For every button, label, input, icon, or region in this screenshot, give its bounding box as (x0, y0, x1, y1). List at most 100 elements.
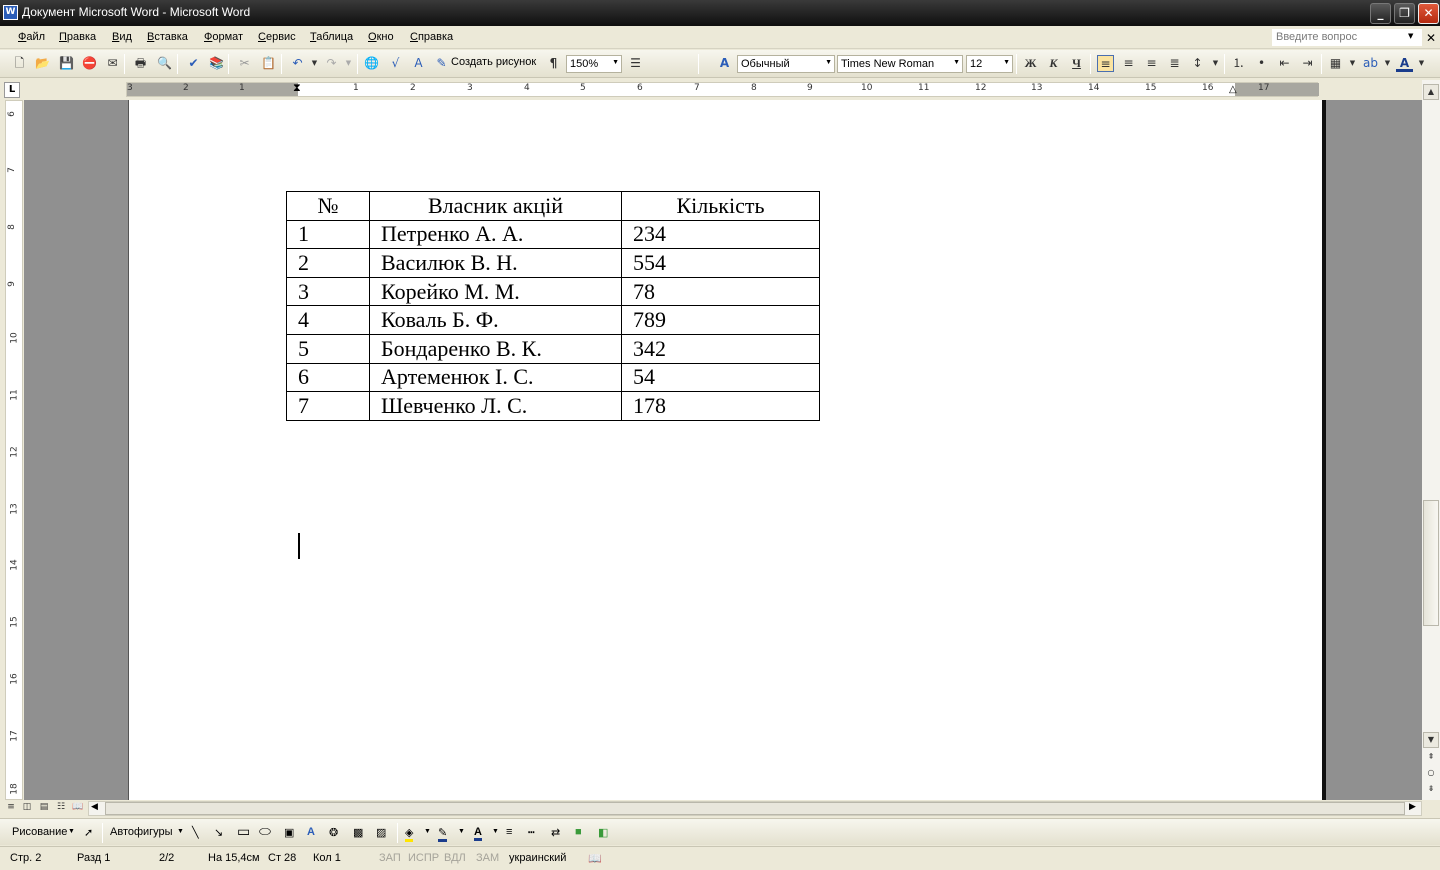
table-cell[interactable]: Артеменюк І. С. (369, 362, 622, 393)
picture-icon[interactable]: ▨ (376, 826, 386, 839)
font-color-dropdown-icon[interactable]: ▼ (1413, 55, 1430, 72)
table-cell[interactable]: Коваль Б. Ф. (369, 305, 622, 335)
line-spacing-icon[interactable]: ↕ (1189, 55, 1206, 72)
spelling-status-icon[interactable]: 📖 (588, 852, 602, 865)
diagram-icon[interactable]: ❂ (329, 826, 338, 839)
horizontal-scroll-thumb[interactable] (105, 802, 1405, 815)
table-cell[interactable]: 5 (286, 333, 370, 364)
borders-dropdown-icon[interactable]: ▼ (1344, 55, 1361, 72)
menu-window[interactable]: Окно (368, 31, 394, 43)
vertical-ruler[interactable]: 6 7 8 9 10 11 12 13 14 15 16 17 18 (5, 100, 23, 800)
restore-button[interactable]: ❐ (1394, 3, 1415, 24)
table-cell[interactable]: 54 (621, 362, 820, 393)
table-cell[interactable]: 78 (621, 276, 820, 307)
status-extend[interactable]: ВДЛ (444, 852, 466, 864)
create-drawing-button[interactable]: Создать рисунок (451, 56, 536, 68)
save-icon[interactable]: 💾 (58, 55, 75, 72)
table-cell[interactable]: 342 (621, 333, 820, 364)
web-view-icon[interactable]: ◫ (20, 802, 34, 815)
numbering-icon[interactable]: ⒈ (1230, 55, 1247, 72)
font-color-icon[interactable]: A (474, 826, 482, 841)
underline-button[interactable]: Ч (1068, 55, 1085, 72)
right-indent-marker-icon[interactable]: △ (1229, 84, 1237, 95)
decrease-indent-icon[interactable]: ⇤ (1276, 55, 1293, 72)
align-left-icon[interactable]: ≡ (1097, 55, 1114, 72)
redo-icon[interactable]: ↷ (323, 55, 340, 72)
permission-icon[interactable]: ⛔ (81, 55, 98, 72)
normal-view-icon[interactable]: ≡ (4, 802, 18, 815)
wordart-icon[interactable]: A (410, 55, 427, 72)
menu-view[interactable]: Вид (112, 31, 132, 43)
select-objects-icon[interactable]: ➚ (84, 826, 93, 839)
undo-dropdown-icon[interactable]: ▼ (306, 55, 323, 72)
word-app-icon[interactable]: W (3, 5, 18, 20)
table-cell[interactable]: Бондаренко В. К. (369, 333, 622, 364)
font-dropdown[interactable]: Times New Roman ▼ (837, 55, 963, 73)
bullets-icon[interactable]: • (1253, 55, 1270, 72)
style-dropdown[interactable]: Обычный ▼ (737, 55, 835, 73)
reading-view-icon[interactable]: 📖 (71, 802, 85, 815)
cut-icon[interactable]: ✂ (236, 55, 253, 72)
align-right-icon[interactable]: ≡ (1143, 55, 1160, 72)
font-color-icon[interactable]: A (1396, 55, 1413, 72)
italic-button[interactable]: К (1045, 55, 1062, 72)
research-icon[interactable]: 📚 (208, 55, 225, 72)
status-overtype[interactable]: ЗАМ (476, 852, 499, 864)
menu-tools[interactable]: Сервис (258, 31, 296, 43)
fill-color-dropdown-icon[interactable]: ▼ (424, 828, 431, 835)
rectangle-icon[interactable]: ▭ (237, 823, 250, 840)
table-cell[interactable]: 6 (286, 362, 370, 393)
table-cell[interactable]: Петренко А. А. (369, 219, 622, 250)
shadow-style-icon[interactable]: ■ (575, 826, 582, 838)
menu-format[interactable]: Формат (204, 31, 243, 43)
vertical-scroll-thumb[interactable] (1423, 500, 1439, 626)
menu-file[interactable]: Файл (18, 31, 45, 43)
show-formatting-icon[interactable]: ¶ (545, 55, 562, 72)
table-cell[interactable]: 3 (286, 276, 370, 307)
table-cell[interactable]: Василюк В. Н. (369, 248, 622, 278)
table-cell[interactable]: 178 (621, 391, 820, 421)
justify-icon[interactable]: ≣ (1166, 55, 1183, 72)
fill-color-icon[interactable]: ◈ (405, 826, 414, 842)
scroll-left-icon[interactable]: ◀ (91, 802, 98, 812)
status-language[interactable]: украинский (509, 852, 566, 864)
table-cell[interactable]: 789 (621, 305, 820, 335)
tab-selector[interactable]: L (4, 82, 20, 98)
zoom-dropdown[interactable]: 150% ▼ (566, 55, 622, 73)
3d-style-icon[interactable]: ◧ (598, 826, 608, 839)
read-mode-icon[interactable]: ☰ (627, 55, 644, 72)
arrow-icon[interactable]: ↘ (214, 826, 223, 839)
table-header-cell[interactable]: Кількість (621, 191, 820, 221)
equation-icon[interactable]: √ (387, 55, 404, 72)
minimize-button[interactable]: _ (1370, 3, 1391, 24)
font-color-dropdown-icon[interactable]: ▼ (492, 828, 499, 835)
document-page[interactable]: № Власник акцій Кількість 1 Петренко А. А… (128, 100, 1322, 800)
status-track-changes[interactable]: ИСПР (408, 852, 439, 864)
hyperlink-icon[interactable]: 🌐 (363, 55, 380, 72)
select-browse-object-icon[interactable]: ○ (1423, 766, 1439, 782)
table-header-cell[interactable]: № (286, 191, 370, 221)
line-color-dropdown-icon[interactable]: ▼ (458, 828, 465, 835)
vertical-scrollbar[interactable]: ▲ ▼ ⇞ ○ ⇟ (1422, 80, 1440, 800)
line-icon[interactable]: ╲ (192, 826, 199, 839)
close-button[interactable]: ✕ (1418, 3, 1439, 24)
table-cell[interactable]: 4 (286, 305, 370, 335)
document-close-icon[interactable]: ✕ (1426, 31, 1436, 45)
paste-icon[interactable]: 📋 (260, 55, 277, 72)
horizontal-scrollbar[interactable]: ◀ ▶ (88, 801, 1422, 816)
table-header-cell[interactable]: Власник акцій (369, 191, 622, 221)
highlight-icon[interactable]: ab (1362, 55, 1379, 72)
align-center-icon[interactable]: ≡ (1120, 55, 1137, 72)
previous-page-icon[interactable]: ⇞ (1423, 750, 1439, 766)
indent-marker-icon[interactable]: ⧗ (293, 81, 301, 95)
menu-edit[interactable]: Правка (59, 31, 96, 43)
print-layout-icon[interactable]: ▤ (37, 802, 51, 815)
menu-table[interactable]: Таблица (310, 31, 353, 43)
undo-icon[interactable]: ↶ (289, 55, 306, 72)
drawing-menu-button[interactable]: Рисование (12, 826, 67, 838)
horizontal-ruler[interactable]: 3 2 1 1 2 3 4 5 6 7 8 9 10 11 12 13 14 1… (126, 81, 1319, 97)
table-cell[interactable]: 554 (621, 248, 820, 278)
dash-style-icon[interactable]: ┅ (528, 826, 535, 839)
line-spacing-dropdown-icon[interactable]: ▼ (1207, 55, 1224, 72)
new-document-icon[interactable]: 🗋 (11, 55, 28, 72)
